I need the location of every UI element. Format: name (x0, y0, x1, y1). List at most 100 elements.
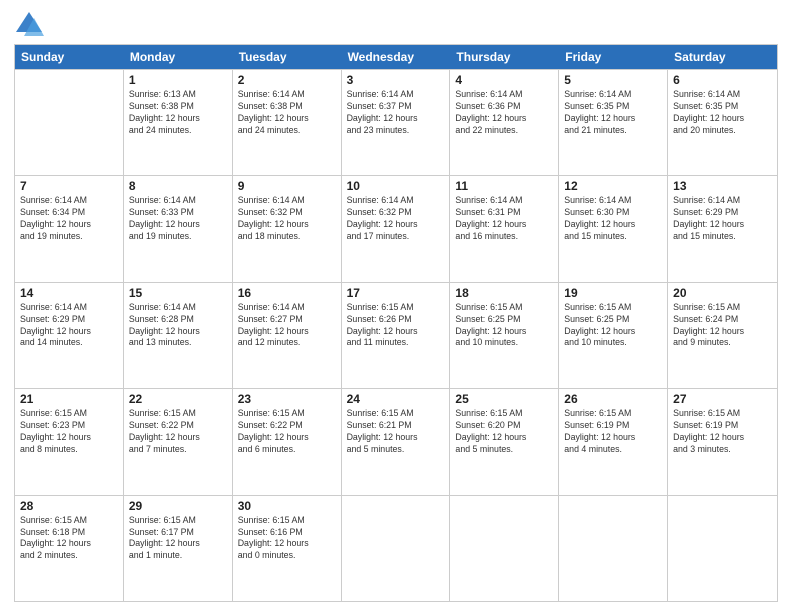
calendar-cell: 10 Sunrise: 6:14 AM Sunset: 6:32 PM Dayli… (342, 176, 451, 281)
day-number: 30 (238, 499, 336, 513)
day-info: Sunrise: 6:14 AM Sunset: 6:27 PM Dayligh… (238, 302, 336, 350)
day-info: Sunrise: 6:14 AM Sunset: 6:35 PM Dayligh… (564, 89, 662, 137)
day-number: 15 (129, 286, 227, 300)
day-number: 20 (673, 286, 772, 300)
day-number: 1 (129, 73, 227, 87)
header-day-sunday: Sunday (15, 45, 124, 69)
day-number: 23 (238, 392, 336, 406)
day-number: 27 (673, 392, 772, 406)
calendar-cell: 20 Sunrise: 6:15 AM Sunset: 6:24 PM Dayli… (668, 283, 777, 388)
calendar-cell: 3 Sunrise: 6:14 AM Sunset: 6:37 PM Daylig… (342, 70, 451, 175)
calendar-cell: 18Sunrise: 6:15 AM Sunset: 6:25 PM Dayli… (450, 283, 559, 388)
calendar-cell: 21 Sunrise: 6:15 AM Sunset: 6:23 PM Dayli… (15, 389, 124, 494)
day-number: 25 (455, 392, 553, 406)
day-number: 7 (20, 179, 118, 193)
day-info: Sunrise: 6:14 AM Sunset: 6:29 PM Dayligh… (20, 302, 118, 350)
calendar-cell: 8 Sunrise: 6:14 AM Sunset: 6:33 PM Daylig… (124, 176, 233, 281)
day-info: Sunrise: 6:15 AM Sunset: 6:25 PM Dayligh… (564, 302, 662, 350)
day-number: 10 (347, 179, 445, 193)
day-info: Sunrise: 6:14 AM Sunset: 6:37 PM Dayligh… (347, 89, 445, 137)
day-info: Sunrise: 6:15 AM Sunset: 6:17 PM Dayligh… (129, 515, 227, 563)
calendar-row-1: 7 Sunrise: 6:14 AM Sunset: 6:34 PM Daylig… (15, 175, 777, 281)
calendar-cell (450, 496, 559, 601)
calendar-cell: 28Sunrise: 6:15 AM Sunset: 6:18 PM Dayli… (15, 496, 124, 601)
day-info: Sunrise: 6:15 AM Sunset: 6:18 PM Dayligh… (20, 515, 118, 563)
day-info: Sunrise: 6:15 AM Sunset: 6:25 PM Dayligh… (455, 302, 553, 350)
calendar-cell: 27 Sunrise: 6:15 AM Sunset: 6:19 PM Dayli… (668, 389, 777, 494)
day-number: 3 (347, 73, 445, 87)
day-info: Sunrise: 6:15 AM Sunset: 6:24 PM Dayligh… (673, 302, 772, 350)
header-day-friday: Friday (559, 45, 668, 69)
calendar-cell (559, 496, 668, 601)
day-number: 9 (238, 179, 336, 193)
calendar-cell: 13Sunrise: 6:14 AM Sunset: 6:29 PM Dayli… (668, 176, 777, 281)
day-info: Sunrise: 6:14 AM Sunset: 6:28 PM Dayligh… (129, 302, 227, 350)
day-info: Sunrise: 6:15 AM Sunset: 6:26 PM Dayligh… (347, 302, 445, 350)
day-number: 6 (673, 73, 772, 87)
calendar-cell (15, 70, 124, 175)
day-info: Sunrise: 6:14 AM Sunset: 6:38 PM Dayligh… (238, 89, 336, 137)
day-info: Sunrise: 6:14 AM Sunset: 6:33 PM Dayligh… (129, 195, 227, 243)
calendar-cell (342, 496, 451, 601)
calendar-cell: 5 Sunrise: 6:14 AM Sunset: 6:35 PM Daylig… (559, 70, 668, 175)
header-day-thursday: Thursday (450, 45, 559, 69)
day-number: 21 (20, 392, 118, 406)
day-info: Sunrise: 6:14 AM Sunset: 6:32 PM Dayligh… (238, 195, 336, 243)
calendar-cell: 17 Sunrise: 6:15 AM Sunset: 6:26 PM Dayli… (342, 283, 451, 388)
day-number: 2 (238, 73, 336, 87)
calendar-cell: 30 Sunrise: 6:15 AM Sunset: 6:16 PM Dayli… (233, 496, 342, 601)
calendar-cell: 7 Sunrise: 6:14 AM Sunset: 6:34 PM Daylig… (15, 176, 124, 281)
day-number: 8 (129, 179, 227, 193)
calendar-row-2: 14 Sunrise: 6:14 AM Sunset: 6:29 PM Dayli… (15, 282, 777, 388)
header-day-saturday: Saturday (668, 45, 777, 69)
calendar-row-3: 21 Sunrise: 6:15 AM Sunset: 6:23 PM Dayli… (15, 388, 777, 494)
calendar-cell: 9 Sunrise: 6:14 AM Sunset: 6:32 PM Daylig… (233, 176, 342, 281)
header-day-wednesday: Wednesday (342, 45, 451, 69)
header-day-monday: Monday (124, 45, 233, 69)
calendar-body: 1Sunrise: 6:13 AM Sunset: 6:38 PM Daylig… (15, 69, 777, 601)
day-number: 29 (129, 499, 227, 513)
day-number: 19 (564, 286, 662, 300)
day-info: Sunrise: 6:14 AM Sunset: 6:31 PM Dayligh… (455, 195, 553, 243)
calendar-cell: 26Sunrise: 6:15 AM Sunset: 6:19 PM Dayli… (559, 389, 668, 494)
day-info: Sunrise: 6:14 AM Sunset: 6:34 PM Dayligh… (20, 195, 118, 243)
calendar-cell: 25Sunrise: 6:15 AM Sunset: 6:20 PM Dayli… (450, 389, 559, 494)
calendar-cell: 1Sunrise: 6:13 AM Sunset: 6:38 PM Daylig… (124, 70, 233, 175)
logo-icon (14, 10, 44, 38)
day-info: Sunrise: 6:14 AM Sunset: 6:35 PM Dayligh… (673, 89, 772, 137)
calendar-cell: 11 Sunrise: 6:14 AM Sunset: 6:31 PM Dayli… (450, 176, 559, 281)
day-info: Sunrise: 6:15 AM Sunset: 6:22 PM Dayligh… (129, 408, 227, 456)
calendar-cell: 19 Sunrise: 6:15 AM Sunset: 6:25 PM Dayli… (559, 283, 668, 388)
day-number: 12 (564, 179, 662, 193)
calendar-cell: 2 Sunrise: 6:14 AM Sunset: 6:38 PM Daylig… (233, 70, 342, 175)
logo (14, 10, 48, 38)
day-info: Sunrise: 6:15 AM Sunset: 6:19 PM Dayligh… (673, 408, 772, 456)
day-info: Sunrise: 6:14 AM Sunset: 6:36 PM Dayligh… (455, 89, 553, 137)
calendar-header: SundayMondayTuesdayWednesdayThursdayFrid… (15, 45, 777, 69)
calendar-cell: 14 Sunrise: 6:14 AM Sunset: 6:29 PM Dayli… (15, 283, 124, 388)
day-number: 5 (564, 73, 662, 87)
day-number: 13 (673, 179, 772, 193)
day-number: 22 (129, 392, 227, 406)
calendar-cell: 15 Sunrise: 6:14 AM Sunset: 6:28 PM Dayli… (124, 283, 233, 388)
calendar-cell: 24 Sunrise: 6:15 AM Sunset: 6:21 PM Dayli… (342, 389, 451, 494)
day-info: Sunrise: 6:15 AM Sunset: 6:19 PM Dayligh… (564, 408, 662, 456)
day-info: Sunrise: 6:15 AM Sunset: 6:16 PM Dayligh… (238, 515, 336, 563)
day-number: 24 (347, 392, 445, 406)
day-info: Sunrise: 6:14 AM Sunset: 6:32 PM Dayligh… (347, 195, 445, 243)
day-info: Sunrise: 6:15 AM Sunset: 6:23 PM Dayligh… (20, 408, 118, 456)
page: SundayMondayTuesdayWednesdayThursdayFrid… (0, 0, 792, 612)
day-info: Sunrise: 6:15 AM Sunset: 6:21 PM Dayligh… (347, 408, 445, 456)
day-number: 14 (20, 286, 118, 300)
calendar-cell: 6 Sunrise: 6:14 AM Sunset: 6:35 PM Daylig… (668, 70, 777, 175)
calendar-cell: 22 Sunrise: 6:15 AM Sunset: 6:22 PM Dayli… (124, 389, 233, 494)
day-number: 16 (238, 286, 336, 300)
day-number: 17 (347, 286, 445, 300)
header-day-tuesday: Tuesday (233, 45, 342, 69)
day-info: Sunrise: 6:14 AM Sunset: 6:30 PM Dayligh… (564, 195, 662, 243)
calendar-cell: 4Sunrise: 6:14 AM Sunset: 6:36 PM Daylig… (450, 70, 559, 175)
calendar-cell: 12 Sunrise: 6:14 AM Sunset: 6:30 PM Dayli… (559, 176, 668, 281)
calendar-row-4: 28Sunrise: 6:15 AM Sunset: 6:18 PM Dayli… (15, 495, 777, 601)
calendar-cell: 16 Sunrise: 6:14 AM Sunset: 6:27 PM Dayli… (233, 283, 342, 388)
day-number: 11 (455, 179, 553, 193)
